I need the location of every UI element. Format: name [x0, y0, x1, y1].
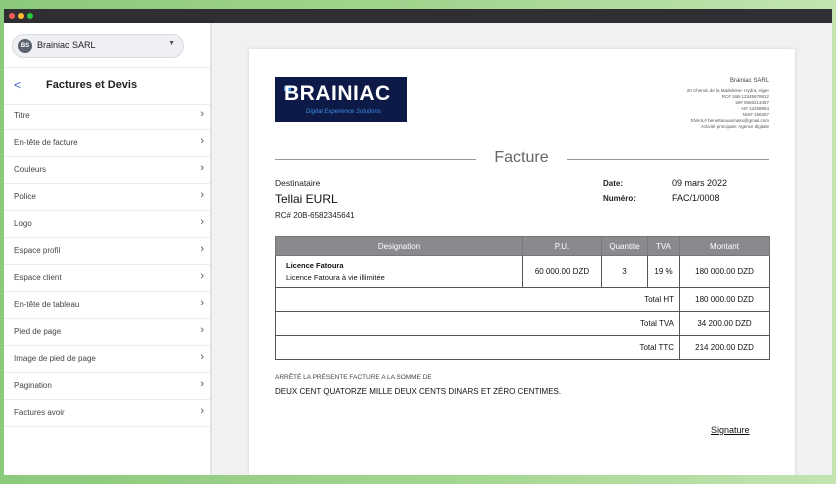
number-value: FAC/1/0008	[672, 193, 720, 203]
total-tva-label: Total TVA	[275, 311, 680, 336]
amount-in-words: DEUX CENT QUATORZE MILLE DEUX CENTS DINA…	[275, 387, 562, 396]
menu-item-en-tete-tableau[interactable]: En-tête de tableau ›	[4, 292, 210, 319]
back-arrow-icon[interactable]: <	[14, 78, 21, 92]
designation-description: Licence Fatoura à vie illimitée	[286, 272, 385, 282]
total-row: Total TVA 34 200.00 DZD	[275, 311, 770, 336]
chevron-right-icon: ›	[200, 297, 204, 309]
menu-item-label: Espace profil	[14, 246, 61, 255]
recipient-name: Tellai EURL	[275, 192, 338, 206]
chevron-down-icon: ▼	[168, 40, 175, 47]
chevron-right-icon: ›	[200, 135, 204, 147]
amount-caption: ARRÊTÉ LA PRÉSENTE FACTURE A LA SOMME DE	[275, 374, 432, 381]
maximize-window-button[interactable]	[27, 13, 33, 19]
chevron-right-icon: ›	[200, 378, 204, 390]
number-label: Numéro:	[603, 194, 636, 203]
total-ht-value: 180 000.00 DZD	[679, 287, 770, 312]
column-header: Montant	[679, 236, 770, 256]
amount-cell: 180 000.00 DZD	[679, 255, 770, 288]
column-header: TVA	[647, 236, 680, 256]
menu-item-label: Titre	[14, 111, 30, 120]
menu-item-label: Logo	[14, 219, 32, 228]
menu-item-espace-profil[interactable]: Espace profil ›	[4, 238, 210, 265]
chevron-right-icon: ›	[200, 189, 204, 201]
quantity-cell: 3	[601, 255, 648, 288]
total-ttc-value: 214 200.00 DZD	[679, 335, 770, 360]
chevron-right-icon: ›	[200, 270, 204, 282]
menu-item-label: Factures avoir	[14, 408, 65, 417]
menu-item-label: Couleurs	[14, 165, 47, 174]
panel-title: Factures et Devis	[46, 79, 138, 91]
date-value: 09 mars 2022	[672, 178, 728, 188]
chevron-right-icon: ›	[200, 108, 204, 120]
invoice-preview-area: BRAINIAC Digital Experience Solutions Br…	[212, 23, 832, 475]
tva-cell: 19 %	[647, 255, 680, 288]
date-label: Date:	[603, 179, 624, 188]
menu-item-label: En-tête de facture	[14, 138, 78, 147]
company-info: Brainiac SARL 20 Chemin de la Madeleine-…	[609, 78, 769, 130]
menu-item-logo[interactable]: Logo ›	[4, 211, 210, 238]
column-header: P.U.	[522, 236, 602, 256]
unit-price-cell: 60 000.00 DZD	[522, 255, 602, 288]
chevron-right-icon: ›	[200, 351, 204, 363]
menu-item-label: Image de pied de page	[14, 354, 96, 363]
menu-item-espace-client[interactable]: Espace client ›	[4, 265, 210, 292]
menu-item-en-tete-facture[interactable]: En-tête de facture ›	[4, 130, 210, 157]
app-window: BS Brainiac SARL ▼ < Factures et Devis T…	[4, 9, 832, 475]
menu-item-pagination[interactable]: Pagination ›	[4, 373, 210, 400]
menu-item-couleurs[interactable]: Couleurs ›	[4, 157, 210, 184]
menu-item-label: Pied de page	[14, 327, 62, 336]
panel-header: < Factures et Devis	[4, 67, 210, 105]
recipient-label: Destinataire	[275, 178, 321, 188]
invoice-table: Designation P.U. Quantite TVA Montant Li…	[275, 236, 770, 360]
company-info-line: Activité principale: Agence digitale	[700, 124, 769, 129]
table-header-row: Designation P.U. Quantite TVA Montant	[275, 236, 770, 256]
menu-item-label: Espace client	[14, 273, 62, 282]
total-ht-label: Total HT	[275, 287, 680, 312]
chevron-right-icon: ›	[200, 243, 204, 255]
title-divider-left	[275, 159, 476, 160]
menu-item-image-pied-de-page[interactable]: Image de pied de page ›	[4, 346, 210, 373]
menu-item-police[interactable]: Police ›	[4, 184, 210, 211]
company-name: Brainiac SARL	[37, 40, 96, 50]
invoice-sheet: BRAINIAC Digital Experience Solutions Br…	[249, 49, 795, 475]
total-row: Total TTC 214 200.00 DZD	[275, 335, 770, 360]
menu-item-factures-avoir[interactable]: Factures avoir ›	[4, 400, 210, 427]
invoice-title: Facture	[494, 149, 549, 166]
total-tva-value: 34 200.00 DZD	[679, 311, 770, 336]
signature-label: Signature	[711, 425, 750, 435]
minimize-window-button[interactable]	[18, 13, 24, 19]
menu-item-label: Police	[14, 192, 36, 201]
designation-title: Licence Fatoura	[286, 260, 344, 270]
designation-cell: Licence Fatoura Licence Fatoura à vie il…	[275, 255, 523, 288]
settings-menu: Titre › En-tête de facture › Couleurs › Pol…	[4, 103, 210, 427]
title-divider-right	[567, 159, 769, 160]
company-selector[interactable]: BS Brainiac SARL ▼	[12, 34, 184, 58]
company-info-name: Brainiac SARL	[729, 78, 769, 84]
table-row: Licence Fatoura Licence Fatoura à vie il…	[275, 255, 770, 288]
recipient-rc: RC# 20B-6582345641	[275, 211, 355, 220]
company-avatar: BS	[18, 39, 32, 53]
chevron-right-icon: ›	[200, 162, 204, 174]
chevron-right-icon: ›	[200, 405, 204, 417]
chevron-right-icon: ›	[200, 216, 204, 228]
logo-wordmark: BRAINIAC	[284, 82, 391, 105]
total-ttc-label: Total TTC	[275, 335, 680, 360]
total-row: Total HT 180 000.00 DZD	[275, 287, 770, 312]
menu-item-pied-de-page[interactable]: Pied de page ›	[4, 319, 210, 346]
menu-item-label: En-tête de tableau	[14, 300, 80, 309]
column-header: Quantite	[601, 236, 648, 256]
logo-tagline: Digital Experience Solutions	[306, 109, 381, 115]
window-titlebar	[4, 9, 832, 23]
settings-sidebar: BS Brainiac SARL ▼ < Factures et Devis T…	[4, 23, 211, 475]
menu-item-titre[interactable]: Titre ›	[4, 103, 210, 130]
company-logo: BRAINIAC Digital Experience Solutions	[275, 77, 407, 122]
column-header: Designation	[275, 236, 523, 256]
chevron-right-icon: ›	[200, 324, 204, 336]
menu-item-label: Pagination	[14, 381, 52, 390]
close-window-button[interactable]	[9, 13, 15, 19]
